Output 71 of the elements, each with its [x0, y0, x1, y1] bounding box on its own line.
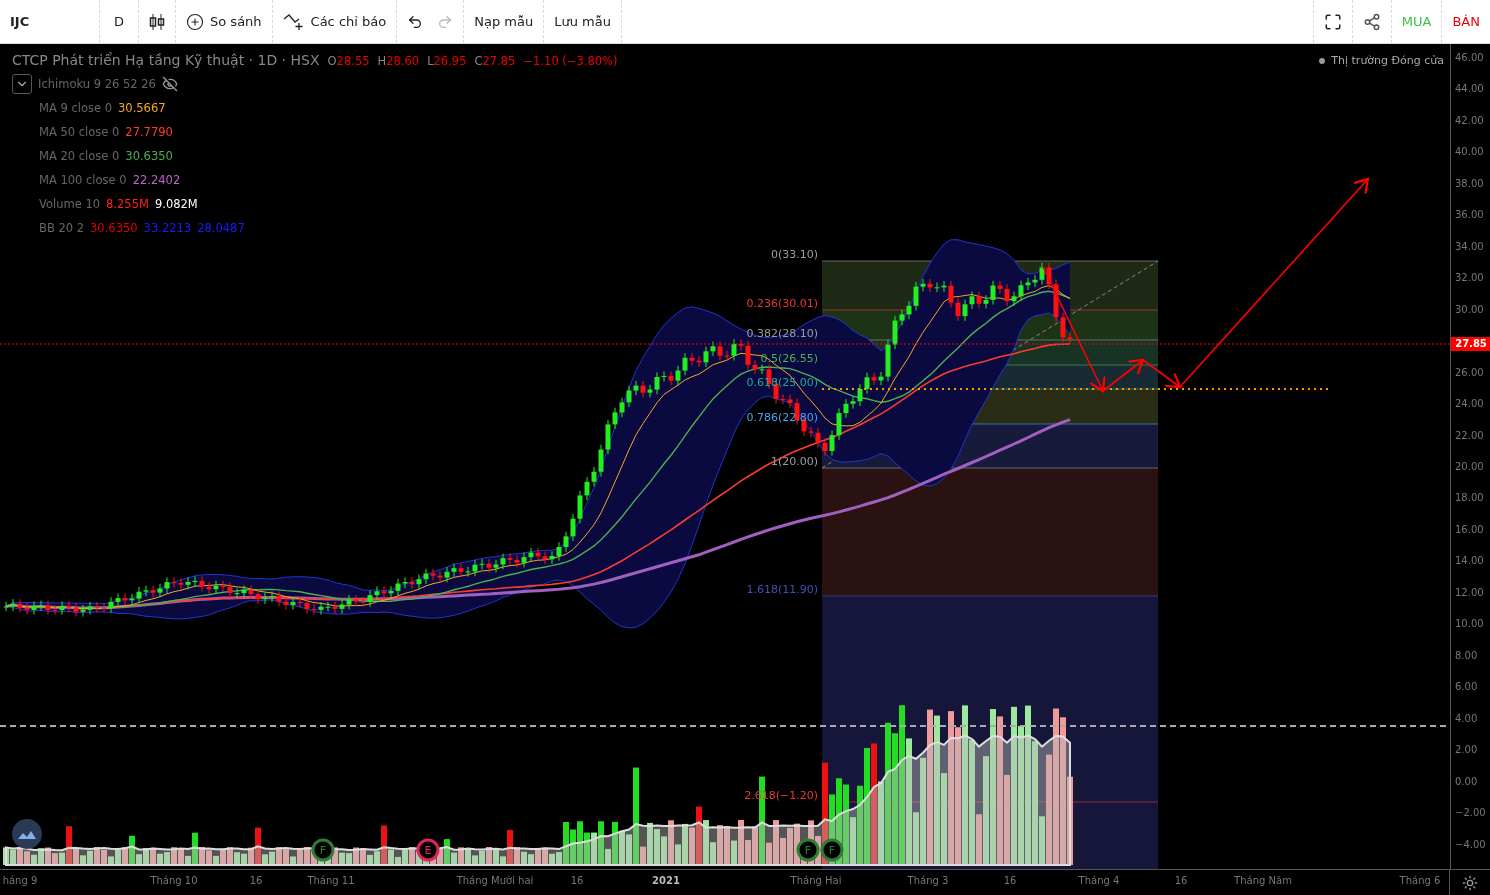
time-label: 16: [1003, 875, 1017, 886]
time-label: Tháng 10: [150, 875, 198, 886]
ohlc-value: L26.95: [427, 54, 467, 68]
price-tick: 24.00: [1455, 398, 1484, 410]
time-label: Tháng Mười hai: [456, 875, 534, 886]
indicator-value: 27.7790: [125, 125, 173, 139]
price-tick: −2.00: [1455, 807, 1486, 819]
event-marker[interactable]: E: [416, 838, 440, 862]
time-label: 16: [570, 875, 584, 886]
price-tick: 26.00: [1455, 366, 1484, 378]
indicator-value: 22.2402: [132, 173, 181, 187]
price-tick: −4.00: [1455, 838, 1486, 850]
indicator-name: Ichimoku 9 26 52 26: [38, 77, 156, 91]
indicator-value: 30.6350: [125, 149, 173, 163]
time-label: Tháng 3: [907, 875, 949, 886]
price-tick: 42.00: [1455, 114, 1484, 126]
market-status: Thị trường Đóng cửa: [1331, 54, 1444, 67]
event-marker[interactable]: F: [311, 838, 335, 862]
price-tick: 22.00: [1455, 429, 1484, 441]
price-tick: 8.00: [1455, 649, 1478, 661]
price-tick: 16.00: [1455, 523, 1484, 535]
indicator-value: 28.0487: [197, 221, 245, 235]
price-tick: 2.00: [1455, 744, 1478, 756]
price-tick: 38.00: [1455, 177, 1484, 189]
fib-level-label: 1.618(11.90): [746, 583, 818, 596]
fib-level-label: 0.236(30.01): [746, 297, 818, 310]
price-tick: 0.00: [1455, 775, 1478, 787]
indicator-value: 30.6350: [90, 221, 138, 235]
time-label: Tháng Năm: [1234, 875, 1292, 886]
price-tick: 4.00: [1455, 712, 1478, 724]
time-label: háng 9: [2, 875, 38, 886]
time-label: Tháng 4: [1078, 875, 1120, 886]
time-label: 16: [1174, 875, 1188, 886]
price-tick: 40.00: [1455, 146, 1484, 158]
fib-level-label: 0(33.10): [770, 248, 818, 261]
indicator-name: Volume 10: [39, 197, 101, 211]
price-tick: 18.00: [1455, 492, 1484, 504]
price-tick: 14.00: [1455, 555, 1484, 567]
indicator-name: MA 20 close 0: [39, 149, 120, 163]
time-label: Tháng 11: [307, 875, 355, 886]
time-label: Tháng 6: [1399, 875, 1441, 886]
price-tick: 32.00: [1455, 272, 1484, 284]
price-tick: 10.00: [1455, 618, 1484, 630]
price-tick: 36.00: [1455, 209, 1484, 221]
price-change: −1.10 (−3.80%): [523, 54, 618, 68]
time-label: Tháng Hai: [790, 875, 842, 886]
event-marker[interactable]: F: [796, 838, 820, 862]
price-tick: 44.00: [1455, 83, 1484, 95]
time-label: 2021: [652, 875, 680, 886]
indicator-value: 8.255M: [106, 197, 149, 211]
indicator-value: 33.2213: [143, 221, 192, 235]
chart-title: CTCP Phát triển Hạ tầng Kỹ thuật · 1D · HSX: [12, 52, 320, 68]
indicator-name: BB 20 2: [39, 221, 85, 235]
indicator-value: 9.082M: [154, 197, 198, 211]
fib-level-label: 1(20.00): [770, 455, 818, 468]
price-tick: 12.00: [1455, 586, 1484, 598]
event-marker[interactable]: F: [820, 838, 844, 862]
ohlc-value: C27.85: [474, 54, 516, 68]
price-tick: 46.00: [1455, 52, 1484, 63]
indicator-name: MA 50 close 0: [39, 125, 120, 139]
price-tick: 6.00: [1455, 681, 1478, 693]
ohlc-value: O28.55: [327, 54, 370, 68]
last-price-tag: 27.85: [1451, 337, 1490, 351]
indicator-name: MA 100 close 0: [39, 173, 127, 187]
price-tick: 34.00: [1455, 240, 1484, 252]
time-label: 16: [249, 875, 263, 886]
price-tick: 20.00: [1455, 460, 1484, 472]
indicator-name: MA 9 close 0: [39, 101, 112, 115]
indicator-value: 30.5667: [118, 101, 166, 115]
price-tick: 30.00: [1455, 303, 1484, 315]
ohlc-value: H28.60: [377, 54, 420, 68]
